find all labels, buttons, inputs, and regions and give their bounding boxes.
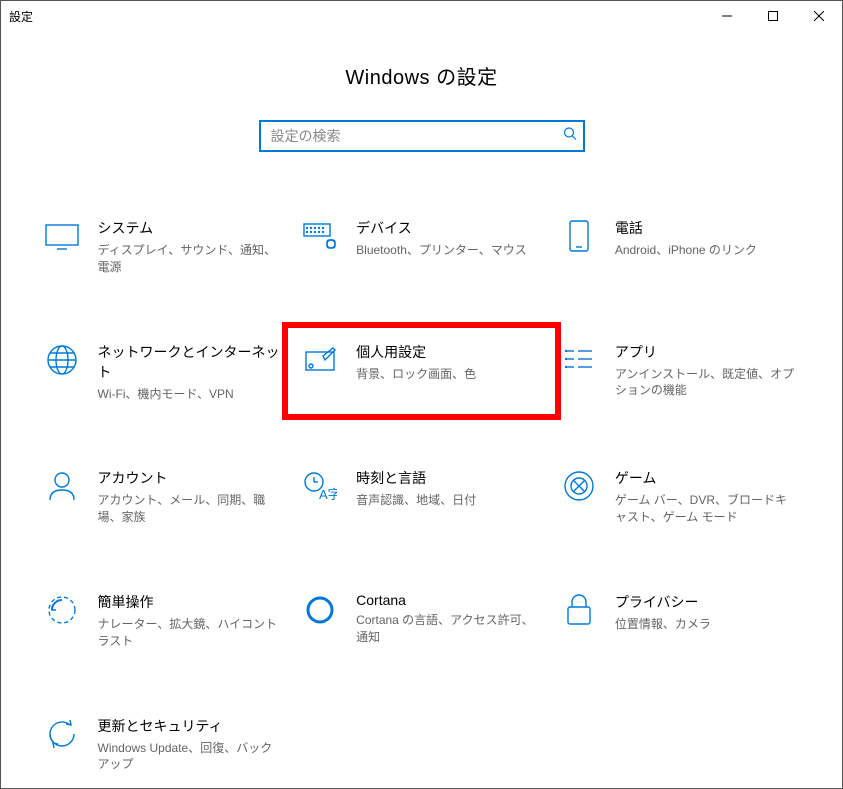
tile-desc: アカウント、メール、同期、職場、家族	[98, 492, 281, 526]
tile-ease[interactable]: 簡単操作ナレーター、拡大鏡、ハイコントラスト	[38, 586, 289, 654]
tile-desc: ディスプレイ、サウンド、通知、電源	[98, 242, 281, 276]
tile-text: 更新とセキュリティ Windows Update、回復、バックアップ	[98, 714, 281, 774]
tile-title: 簡単操作	[98, 592, 281, 612]
tile-system[interactable]: システムディスプレイ、サウンド、通知、電源	[38, 212, 289, 280]
tile-update[interactable]: 更新とセキュリティ Windows Update、回復、バックアップ	[38, 710, 289, 778]
tile-title: プライバシー	[615, 592, 798, 612]
close-button[interactable]	[796, 1, 842, 31]
tile-devices[interactable]: デバイス Bluetooth、プリンター、マウス	[296, 212, 547, 280]
tile-desc: Bluetooth、プリンター、マウス	[356, 242, 539, 259]
personalization-icon	[300, 340, 340, 380]
page-title: Windows の設定	[1, 61, 842, 90]
close-icon	[814, 11, 824, 21]
tile-text: 時刻と言語音声認識、地域、日付	[356, 466, 539, 509]
tile-gaming[interactable]: ゲームゲーム バー、DVR、ブロードキャスト、ゲーム モード	[555, 462, 806, 530]
tile-text: Cortana Cortana の言語、アクセス許可、通知	[356, 590, 539, 646]
maximize-button[interactable]	[750, 1, 796, 31]
tile-text: ネットワークとインターネット Wi-Fi、機内モード、VPN	[98, 340, 281, 403]
cortana-icon	[300, 590, 340, 630]
devices-icon	[300, 216, 340, 256]
tile-cortana[interactable]: Cortana Cortana の言語、アクセス許可、通知	[296, 586, 547, 654]
apps-icon	[559, 340, 599, 380]
window-controls	[704, 1, 842, 31]
titlebar: 設定	[1, 1, 842, 31]
network-icon	[42, 340, 82, 380]
privacy-icon	[559, 590, 599, 630]
minimize-icon	[722, 11, 732, 21]
tile-text: 電話 Android、iPhone のリンク	[615, 216, 798, 259]
tile-text: アプリアンインストール、既定値、オプションの機能	[615, 340, 798, 400]
tile-text: アカウントアカウント、メール、同期、職場、家族	[98, 466, 281, 526]
tile-time[interactable]: A字 時刻と言語音声認識、地域、日付	[296, 462, 547, 530]
tile-desc: 音声認識、地域、日付	[356, 492, 539, 509]
tile-desc: ナレーター、拡大鏡、ハイコントラスト	[98, 616, 281, 650]
tile-text: デバイス Bluetooth、プリンター、マウス	[356, 216, 539, 259]
tile-text: ゲームゲーム バー、DVR、ブロードキャスト、ゲーム モード	[615, 466, 798, 526]
tile-accounts[interactable]: アカウントアカウント、メール、同期、職場、家族	[38, 462, 289, 530]
tile-phone[interactable]: 電話 Android、iPhone のリンク	[555, 212, 806, 280]
tile-network[interactable]: ネットワークとインターネット Wi-Fi、機内モード、VPN	[38, 336, 289, 407]
accounts-icon	[42, 466, 82, 506]
tile-title: 時刻と言語	[356, 468, 539, 488]
tile-text: システムディスプレイ、サウンド、通知、電源	[98, 216, 281, 276]
gaming-icon	[559, 466, 599, 506]
tile-title: ネットワークとインターネット	[98, 342, 281, 382]
tile-title: 個人用設定	[356, 342, 539, 362]
tile-apps[interactable]: アプリアンインストール、既定値、オプションの機能	[555, 336, 806, 407]
main-content: Windows の設定 システムディスプレイ、サウンド、通知、電源 デバイス Blu…	[1, 31, 842, 777]
tile-privacy[interactable]: プライバシー位置情報、カメラ	[555, 586, 806, 654]
system-icon	[42, 216, 82, 256]
minimize-button[interactable]	[704, 1, 750, 31]
tile-desc: Wi-Fi、機内モード、VPN	[98, 386, 281, 403]
tile-desc: Windows Update、回復、バックアップ	[98, 740, 281, 774]
settings-grid: システムディスプレイ、サウンド、通知、電源 デバイス Bluetooth、プリンター…	[18, 212, 826, 777]
phone-icon	[559, 216, 599, 256]
tile-desc: ゲーム バー、DVR、ブロードキャスト、ゲーム モード	[615, 492, 798, 526]
tile-title: 更新とセキュリティ	[98, 716, 281, 736]
search-wrap	[259, 120, 585, 152]
search-input[interactable]	[259, 120, 585, 152]
maximize-icon	[768, 11, 778, 21]
tile-text: プライバシー位置情報、カメラ	[615, 590, 798, 633]
tile-desc: アンインストール、既定値、オプションの機能	[615, 366, 798, 400]
tile-desc: 位置情報、カメラ	[615, 616, 798, 633]
time-icon: A字	[300, 466, 340, 506]
tile-personalization[interactable]: 個人用設定背景、ロック画面、色	[296, 336, 547, 407]
tile-desc: 背景、ロック画面、色	[356, 366, 539, 383]
tile-text: 個人用設定背景、ロック画面、色	[356, 340, 539, 383]
tile-title: アカウント	[98, 468, 281, 488]
window-title: 設定	[9, 8, 33, 25]
tile-title: アプリ	[615, 342, 798, 362]
tile-desc: Cortana の言語、アクセス許可、通知	[356, 612, 539, 646]
ease-icon	[42, 590, 82, 630]
tile-text: 簡単操作ナレーター、拡大鏡、ハイコントラスト	[98, 590, 281, 650]
update-icon	[42, 714, 82, 754]
tile-title: Cortana	[356, 592, 539, 608]
tile-title: ゲーム	[615, 468, 798, 488]
tile-title: 電話	[615, 218, 798, 238]
svg-text:A字: A字	[319, 487, 337, 501]
tile-title: デバイス	[356, 218, 539, 238]
tile-desc: Android、iPhone のリンク	[615, 242, 798, 259]
tile-title: システム	[98, 218, 281, 238]
